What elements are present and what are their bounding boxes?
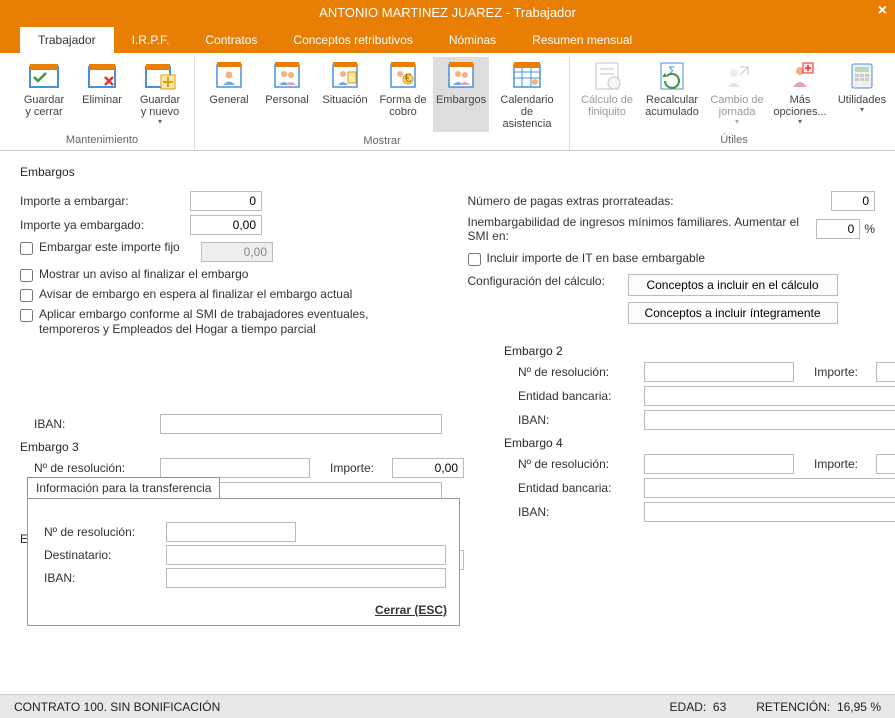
eliminar-button[interactable]: Eliminar — [74, 57, 130, 131]
btn-conceptos-integra[interactable]: Conceptos a incluir íntegramente — [628, 302, 838, 324]
embargo2-title: Embargo 2 — [504, 344, 895, 358]
e3-nres-input[interactable] — [160, 458, 310, 478]
situacion-button[interactable]: Situación — [317, 57, 373, 132]
embargos-button[interactable]: Embargos — [433, 57, 489, 132]
btn-conceptos-incluir[interactable]: Conceptos a incluir en el cálculo — [628, 274, 838, 296]
avisar-espera-checkbox[interactable] — [20, 289, 33, 302]
num-pagas-input[interactable] — [831, 191, 875, 211]
incluir-it-checkbox[interactable] — [468, 253, 481, 266]
importe-ya-label: Importe ya embargado: — [20, 218, 190, 232]
chevron-down-icon: ▾ — [860, 105, 864, 114]
chevron-down-icon: ▾ — [735, 117, 739, 126]
e2-nres-input[interactable] — [644, 362, 794, 382]
recalcular-button[interactable]: ΣRecalcular acumulado — [640, 57, 704, 131]
popup-iban-input[interactable] — [166, 568, 446, 588]
status-edad: 63 — [713, 700, 726, 714]
popup-nres-input[interactable] — [166, 522, 296, 542]
mas-opciones-button[interactable]: Más opciones...▾ — [770, 57, 830, 131]
tab-resumen[interactable]: Resumen mensual — [514, 27, 650, 53]
forma-cobro-button[interactable]: €Forma de cobro — [375, 57, 431, 132]
e2-importe-input[interactable] — [876, 362, 895, 382]
titlebar: ANTONIO MARTINEZ JUAREZ - Trabajador × — [0, 0, 895, 25]
importe-embargar-label: Importe a embargar: — [20, 194, 190, 208]
aplicar-smi-label: Aplicar embargo conforme al SMI de traba… — [39, 307, 419, 337]
tab-conceptos[interactable]: Conceptos retributivos — [275, 27, 430, 53]
window-title: ANTONIO MARTINEZ JUAREZ - Trabajador — [319, 5, 576, 20]
popup-close-link[interactable]: Cerrar (ESC) — [28, 597, 459, 625]
incluir-it-label: Incluir importe de IT en base embargable — [487, 251, 706, 266]
ribbon: Guardar y cerrar Eliminar Guardar y nuev… — [0, 53, 895, 151]
embargo3-title: Embargo 3 — [20, 440, 464, 454]
avisar-espera-label: Avisar de embargo en espera al finalizar… — [39, 287, 352, 302]
e2-entidad-input[interactable] — [644, 386, 895, 406]
percent-label: % — [864, 222, 875, 236]
section-title: Embargos — [20, 165, 875, 179]
statusbar: CONTRATO 100. SIN BONIFICACIÓN EDAD: 63 … — [0, 694, 895, 718]
e3-importe-input[interactable] — [392, 458, 464, 478]
e4-importe-input[interactable] — [876, 454, 895, 474]
inembarg-input[interactable] — [816, 219, 860, 239]
e4-nres-input[interactable] — [644, 454, 794, 474]
svg-text:Σ: Σ — [668, 64, 675, 78]
tab-nominas[interactable]: Nóminas — [431, 27, 514, 53]
e4-entidad-input[interactable] — [644, 478, 895, 498]
embargo4-title: Embargo 4 — [504, 436, 895, 450]
e4-iban-input[interactable] — [644, 502, 895, 522]
chevron-down-icon: ▾ — [798, 117, 802, 126]
tab-bar: Trabajador I.R.P.F. Contratos Conceptos … — [0, 25, 895, 53]
status-contrato: CONTRATO 100. SIN BONIFICACIÓN — [14, 700, 220, 714]
guardar-cerrar-button[interactable]: Guardar y cerrar — [16, 57, 72, 131]
popup-tab[interactable]: Información para la transferencia — [27, 477, 220, 498]
info-transferencia-popup: Información para la transferencia Nº de … — [27, 498, 460, 626]
aplicar-smi-checkbox[interactable] — [20, 309, 33, 322]
mostrar-aviso-label: Mostrar un aviso al finalizar el embargo — [39, 267, 248, 282]
tab-trabajador[interactable]: Trabajador — [20, 27, 114, 53]
close-icon[interactable]: × — [878, 2, 887, 20]
e2-iban-input[interactable] — [644, 410, 895, 430]
e1-iban-input[interactable] — [160, 414, 442, 434]
jornada-button: Cambio de jornada▾ — [706, 57, 768, 131]
status-retencion: 16,95 % — [837, 700, 881, 714]
utilidades-button[interactable]: Utilidades▾ — [832, 57, 892, 131]
calendario-button[interactable]: Calendario de asistencia — [491, 57, 563, 132]
iban-label: IBAN: — [34, 417, 154, 431]
tab-irpf[interactable]: I.R.P.F. — [114, 27, 188, 53]
embargar-fijo-input — [201, 242, 273, 262]
mostrar-aviso-checkbox[interactable] — [20, 269, 33, 282]
embargar-fijo-label: Embargar este importe fijo — [39, 240, 195, 255]
num-pagas-label: Número de pagas extras prorrateadas: — [468, 194, 832, 208]
general-button[interactable]: General — [201, 57, 257, 132]
guardar-nuevo-button[interactable]: Guardar y nuevo ▾ — [132, 57, 188, 131]
finiquito-button: Cálculo de finiquito — [576, 57, 638, 131]
importe-ya-input[interactable] — [190, 215, 262, 235]
svg-text:€: € — [405, 71, 412, 85]
tab-contratos[interactable]: Contratos — [187, 27, 275, 53]
importe-embargar-input[interactable] — [190, 191, 262, 211]
inembarg-label: Inembargabilidad de ingresos mínimos fam… — [468, 215, 817, 243]
personal-button[interactable]: Personal — [259, 57, 315, 132]
popup-dest-input[interactable] — [166, 545, 446, 565]
config-calculo-label: Configuración del cálculo: — [468, 274, 628, 288]
chevron-down-icon: ▾ — [158, 117, 162, 126]
embargar-fijo-checkbox[interactable] — [20, 242, 33, 255]
